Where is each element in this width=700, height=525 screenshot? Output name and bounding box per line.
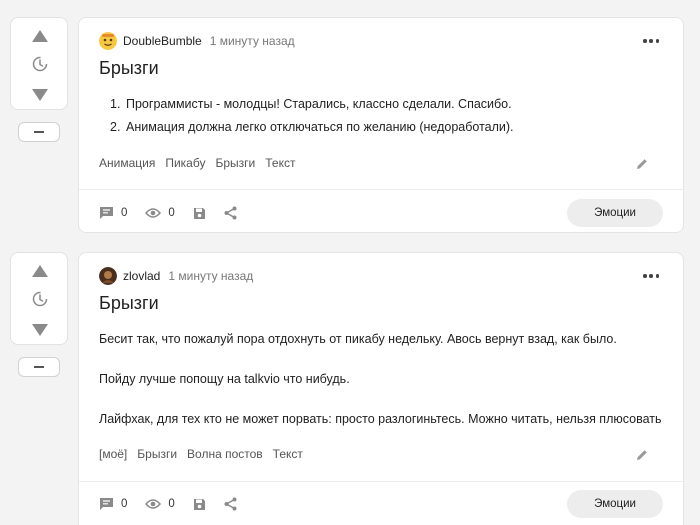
post-list-item: 1. Программисты - молодцы! Старались, кла…: [110, 97, 512, 111]
comments-count: 0: [121, 498, 128, 510]
post-time: 1 минуту назад: [209, 34, 295, 48]
triangle-down-icon: [32, 324, 48, 336]
divider: [79, 189, 685, 190]
minus-icon: [34, 131, 44, 133]
post-time: 1 минуту назад: [168, 269, 254, 283]
share-button[interactable]: [224, 497, 237, 511]
comments-button[interactable]: 0: [99, 206, 127, 220]
save-button[interactable]: [193, 207, 206, 220]
post-card: zlovlad 1 минуту назад Брызги Бесит так,…: [78, 252, 685, 525]
post-footer: 0 0: [99, 199, 255, 227]
tag[interactable]: Анимация: [99, 156, 155, 170]
post-paragraph: Бесит так, что пожалуй пора отдохнуть от…: [99, 332, 617, 346]
pencil-icon[interactable]: [635, 157, 649, 171]
tag[interactable]: Брызги: [215, 156, 255, 170]
tag-list: [моё] Брызги Волна постов Текст: [99, 447, 313, 461]
save-button[interactable]: [193, 498, 206, 511]
author-row: DoubleBumble 1 минуту назад: [99, 32, 295, 50]
downvote-button[interactable]: [11, 83, 69, 107]
more-options-button[interactable]: [643, 38, 659, 44]
vote-later-button[interactable]: [11, 287, 69, 311]
tag[interactable]: Пикабу: [165, 156, 205, 170]
emotions-button[interactable]: Эмоции: [567, 490, 663, 518]
clock-icon: [32, 291, 48, 307]
post-1: DoubleBumble 1 минуту назад Брызги 1. Про…: [0, 17, 700, 235]
post-card: DoubleBumble 1 минуту назад Брызги 1. Про…: [78, 17, 685, 233]
author-name[interactable]: zlovlad: [123, 269, 160, 283]
minus-icon: [34, 366, 44, 368]
upvote-button[interactable]: [11, 24, 69, 48]
tag[interactable]: [моё]: [99, 447, 127, 461]
comments-button[interactable]: 0: [99, 497, 127, 511]
tag-list: Анимация Пикабу Брызги Текст: [99, 156, 305, 170]
share-icon: [224, 497, 237, 511]
emotions-button[interactable]: Эмоции: [567, 199, 663, 227]
post-title[interactable]: Брызги: [99, 58, 159, 79]
pencil-icon[interactable]: [635, 448, 649, 462]
post-paragraph: Лайфхак, для тех кто не может порвать: п…: [99, 412, 662, 426]
author-row: zlovlad 1 минуту назад: [99, 267, 253, 285]
minus-button[interactable]: [18, 122, 60, 142]
comments-count: 0: [121, 207, 128, 219]
share-icon: [224, 206, 237, 220]
author-name[interactable]: DoubleBumble: [123, 34, 202, 48]
views-button[interactable]: 0: [145, 207, 175, 219]
floppy-disk-icon: [193, 498, 205, 510]
comment-icon: [100, 498, 113, 510]
share-button[interactable]: [224, 206, 237, 220]
vote-panel: [10, 17, 68, 110]
eye-icon: [145, 208, 162, 218]
divider: [79, 481, 685, 482]
post-list-item: 2. Анимация должна легко отключаться по ж…: [110, 120, 514, 134]
views-count: 0: [168, 207, 175, 219]
triangle-up-icon: [32, 265, 48, 277]
post-title[interactable]: Брызги: [99, 293, 159, 314]
tag[interactable]: Волна постов: [187, 447, 263, 461]
post-paragraph: Пойду лучше попощу на talkvio что нибудь…: [99, 372, 350, 386]
post-2: zlovlad 1 минуту назад Брызги Бесит так,…: [0, 252, 700, 525]
tag[interactable]: Текст: [273, 447, 303, 461]
downvote-button[interactable]: [11, 318, 69, 342]
tag[interactable]: Брызги: [137, 447, 177, 461]
views-count: 0: [168, 498, 175, 510]
floppy-disk-icon: [193, 207, 205, 219]
eye-icon: [145, 499, 162, 509]
comment-icon: [100, 207, 113, 219]
clock-icon: [32, 56, 48, 72]
triangle-up-icon: [32, 30, 48, 42]
post-footer: 0 0: [99, 490, 255, 518]
views-button[interactable]: 0: [145, 498, 175, 510]
more-options-button[interactable]: [643, 273, 659, 279]
avatar[interactable]: [99, 267, 117, 285]
tag[interactable]: Текст: [265, 156, 295, 170]
vote-later-button[interactable]: [11, 52, 69, 76]
upvote-button[interactable]: [11, 259, 69, 283]
minus-button[interactable]: [18, 357, 60, 377]
triangle-down-icon: [32, 89, 48, 101]
avatar[interactable]: [99, 32, 117, 50]
vote-panel: [10, 252, 68, 345]
